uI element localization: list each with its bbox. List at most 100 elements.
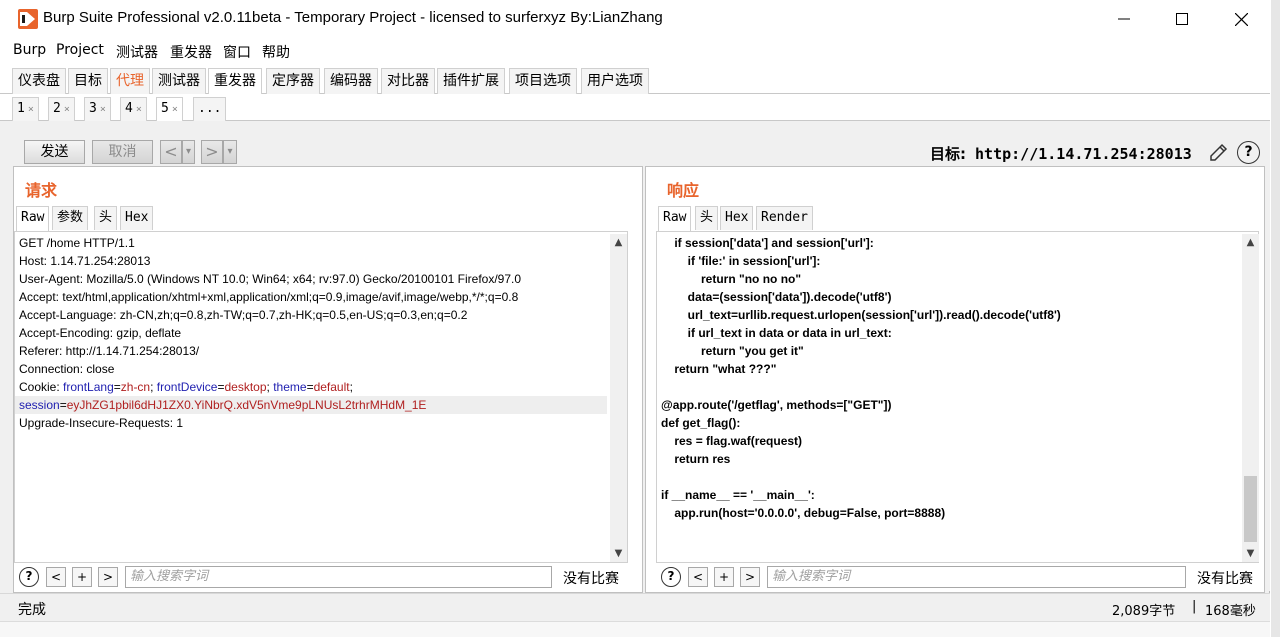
response-line: app.run(host='0.0.0.0', debug=False, por… <box>661 506 946 520</box>
repeater-tab-label: 3 <box>89 101 97 116</box>
scroll-down-icon[interactable]: ▼ <box>610 545 627 562</box>
window-title: Burp Suite Professional v2.0.11beta - Te… <box>43 9 663 26</box>
tab-comparer[interactable]: 对比器 <box>381 68 435 94</box>
request-line: Accept-Language: zh-CN,zh;q=0.8,zh-TW;q=… <box>19 308 468 322</box>
request-help-icon[interactable]: ? <box>19 567 39 587</box>
request-line: Upgrade-Insecure-Requests: 1 <box>19 416 184 430</box>
repeater-tab-label: 4 <box>125 101 133 116</box>
response-line: if 'file:' in session['url']: <box>661 254 821 268</box>
response-line: return "no no no" <box>661 272 802 286</box>
next-button[interactable]: > <box>201 140 223 164</box>
menu-intruder[interactable]: 测试器 <box>116 42 158 62</box>
repeater-tab-3[interactable]: 3 × <box>84 97 111 121</box>
request-tab-headers[interactable]: 头 <box>94 206 118 230</box>
request-line: GET /home HTTP/1.1 <box>19 236 135 250</box>
tab-repeater[interactable]: 重发器 <box>208 68 262 95</box>
menu-repeater[interactable]: 重发器 <box>170 42 212 62</box>
target-url: http://1.14.71.254:28013 <box>975 145 1192 163</box>
burp-window: Burp Suite Professional v2.0.11beta - Te… <box>0 0 1270 637</box>
close-tab-icon[interactable]: × <box>28 104 34 115</box>
repeater-tab-bar: 1 × 2 × 3 × 4 × 5 × ... <box>0 94 1270 121</box>
repeater-tab-1[interactable]: 1 × <box>12 97 39 121</box>
minimize-button[interactable] <box>1104 4 1144 34</box>
menu-burp[interactable]: Burp <box>13 42 46 58</box>
request-editor[interactable]: GET /home HTTP/1.1 Host: 1.14.71.254:280… <box>14 231 628 563</box>
prev-dropdown-button[interactable]: ▾ <box>182 140 195 164</box>
search-next-button[interactable]: > <box>98 567 118 587</box>
close-tab-icon[interactable]: × <box>64 104 70 115</box>
response-tab-hex[interactable]: Hex <box>720 206 754 230</box>
response-tab-render[interactable]: Render <box>756 206 813 230</box>
request-line: User-Agent: Mozilla/5.0 (Windows NT 10.0… <box>19 272 522 286</box>
cookie-value: eyJhZG1pbil6dHJ1ZX0.YiNbrQ.xdV5nVme9pLNU… <box>66 398 427 412</box>
next-dropdown-button[interactable]: ▾ <box>223 140 237 164</box>
scroll-down-icon[interactable]: ▼ <box>1242 545 1259 562</box>
close-tab-icon[interactable]: × <box>100 104 106 115</box>
cookie-line: Cookie: frontLang=zh-cn; frontDevice=des… <box>19 380 353 394</box>
menu-window[interactable]: 窗口 <box>223 42 251 62</box>
search-prev-button[interactable]: < <box>688 567 708 587</box>
response-editor[interactable]: if session['data'] and session['url']: i… <box>656 231 1259 563</box>
repeater-tab-2[interactable]: 2 × <box>48 97 75 121</box>
response-time: 168毫秒 <box>1205 604 1256 619</box>
search-options-button[interactable]: + <box>72 567 92 587</box>
close-window-button[interactable] <box>1221 4 1261 34</box>
response-tab-raw[interactable]: Raw <box>658 206 692 231</box>
title-bar: Burp Suite Professional v2.0.11beta - Te… <box>0 0 1270 38</box>
menu-project[interactable]: Project <box>56 42 104 58</box>
scroll-up-icon[interactable]: ▲ <box>610 234 627 251</box>
request-tab-params[interactable]: 参数 <box>52 206 89 230</box>
request-scrollbar[interactable]: ▲ ▼ <box>610 234 627 562</box>
response-line: @app.route('/getflag', methods=["GET"]) <box>661 398 892 412</box>
repeater-tab-new[interactable]: ... <box>193 97 227 121</box>
response-scrollbar[interactable]: ▲ ▼ <box>1242 234 1259 562</box>
request-line: Host: 1.14.71.254:28013 <box>19 254 151 268</box>
tab-user-options[interactable]: 用户选项 <box>581 68 649 94</box>
status-text: 完成 <box>18 602 46 618</box>
request-line: Referer: http://1.14.71.254:28013/ <box>19 344 200 358</box>
cookie-key: frontLang <box>63 380 114 394</box>
repeater-tab-4[interactable]: 4 × <box>120 97 147 121</box>
response-help-icon[interactable]: ? <box>661 567 681 587</box>
maximize-button[interactable] <box>1162 4 1202 34</box>
search-prev-button[interactable]: < <box>46 567 66 587</box>
search-options-button[interactable]: + <box>714 567 734 587</box>
response-match-count: 没有比赛 <box>1197 571 1253 587</box>
request-tab-raw[interactable]: Raw <box>16 206 50 231</box>
cookie-key: frontDevice <box>156 380 218 394</box>
scroll-up-icon[interactable]: ▲ <box>1242 234 1259 251</box>
tab-sequencer[interactable]: 定序器 <box>266 68 320 94</box>
request-line: Accept: text/html,application/xhtml+xml,… <box>19 290 519 304</box>
tab-project-options[interactable]: 项目选项 <box>509 68 577 94</box>
cookie-key: session <box>19 398 60 412</box>
cancel-button[interactable]: 取消 <box>92 140 153 164</box>
prev-button[interactable]: < <box>160 140 182 164</box>
tab-intruder[interactable]: 测试器 <box>152 68 206 94</box>
close-tab-icon[interactable]: × <box>136 104 142 115</box>
close-tab-icon[interactable]: × <box>172 104 178 115</box>
response-search-input[interactable]: 输入搜索字词 <box>767 566 1186 588</box>
help-icon[interactable]: ? <box>1237 141 1260 164</box>
request-line: Connection: close <box>19 362 115 376</box>
edit-target-icon[interactable] <box>1207 142 1229 164</box>
response-line: if __name__ == '__main__': <box>661 488 815 502</box>
tab-decoder[interactable]: 编码器 <box>324 68 378 94</box>
menu-help[interactable]: 帮助 <box>262 42 290 62</box>
response-line: url_text=urllib.request.urlopen(session[… <box>661 308 1061 322</box>
background-window-edge <box>1271 0 1280 637</box>
request-line: Accept-Encoding: gzip, deflate <box>19 326 182 340</box>
tab-proxy[interactable]: 代理 <box>110 68 150 94</box>
tab-extender[interactable]: 插件扩展 <box>437 68 505 94</box>
response-tab-headers[interactable]: 头 <box>695 206 719 230</box>
scroll-thumb[interactable] <box>1244 476 1257 542</box>
tab-target[interactable]: 目标 <box>68 68 108 94</box>
request-tab-hex[interactable]: Hex <box>120 206 154 230</box>
target-display: 目标: http://1.14.71.254:28013 <box>930 143 1192 164</box>
response-line: if url_text in data or data in url_text: <box>661 326 892 340</box>
status-bar: 完成 2,089字节 | 168毫秒 <box>0 593 1270 621</box>
repeater-tab-5[interactable]: 5 × <box>156 97 183 121</box>
request-search-input[interactable]: 输入搜索字词 <box>125 566 552 588</box>
search-next-button[interactable]: > <box>740 567 760 587</box>
tab-dashboard[interactable]: 仪表盘 <box>12 68 66 94</box>
send-button[interactable]: 发送 <box>24 140 85 164</box>
